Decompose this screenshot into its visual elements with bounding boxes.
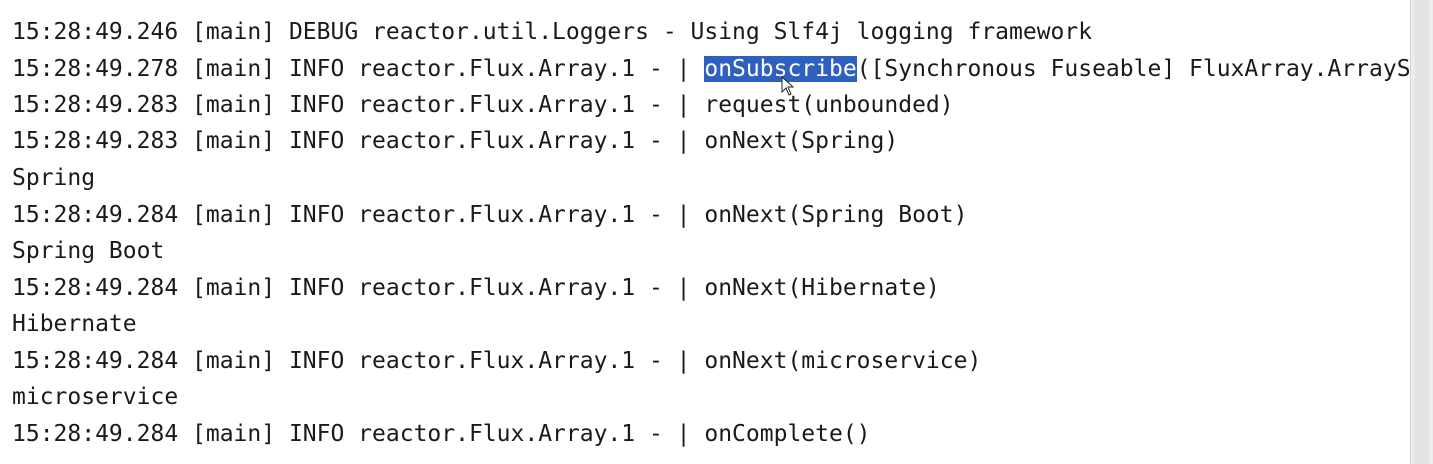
console-output[interactable]: 15:28:49.246 [main] DEBUG reactor.util.L… bbox=[0, 0, 1410, 464]
log-line: 15:28:49.283 [main] INFO reactor.Flux.Ar… bbox=[12, 92, 954, 118]
log-line: 15:28:49.278 [main] INFO reactor.Flux.Ar… bbox=[12, 53, 1410, 85]
output-line: Hibernate bbox=[12, 311, 137, 337]
log-line: 15:28:49.284 [main] INFO reactor.Flux.Ar… bbox=[12, 202, 968, 228]
log-line-prefix: 15:28:49.278 [main] INFO reactor.Flux.Ar… bbox=[12, 56, 705, 82]
mouse-pointer-icon bbox=[781, 76, 795, 96]
log-line: 15:28:49.284 [main] INFO reactor.Flux.Ar… bbox=[12, 348, 982, 374]
log-line: 15:28:49.283 [main] INFO reactor.Flux.Ar… bbox=[12, 128, 899, 154]
log-line: 15:28:49.284 [main] INFO reactor.Flux.Ar… bbox=[12, 421, 871, 447]
vertical-scrollbar[interactable] bbox=[1410, 0, 1433, 464]
log-line: 15:28:49.246 [main] DEBUG reactor.util.L… bbox=[12, 19, 1093, 45]
output-line: Spring bbox=[12, 165, 96, 191]
log-line: 15:28:49.284 [main] INFO reactor.Flux.Ar… bbox=[12, 275, 940, 301]
scrollbar-thumb[interactable] bbox=[1415, 0, 1429, 464]
output-line: Spring Boot bbox=[12, 238, 165, 264]
output-line: microservice bbox=[12, 384, 179, 410]
log-line-suffix: ([Synchronous Fuseable] FluxArray.ArrayS bbox=[856, 56, 1410, 82]
